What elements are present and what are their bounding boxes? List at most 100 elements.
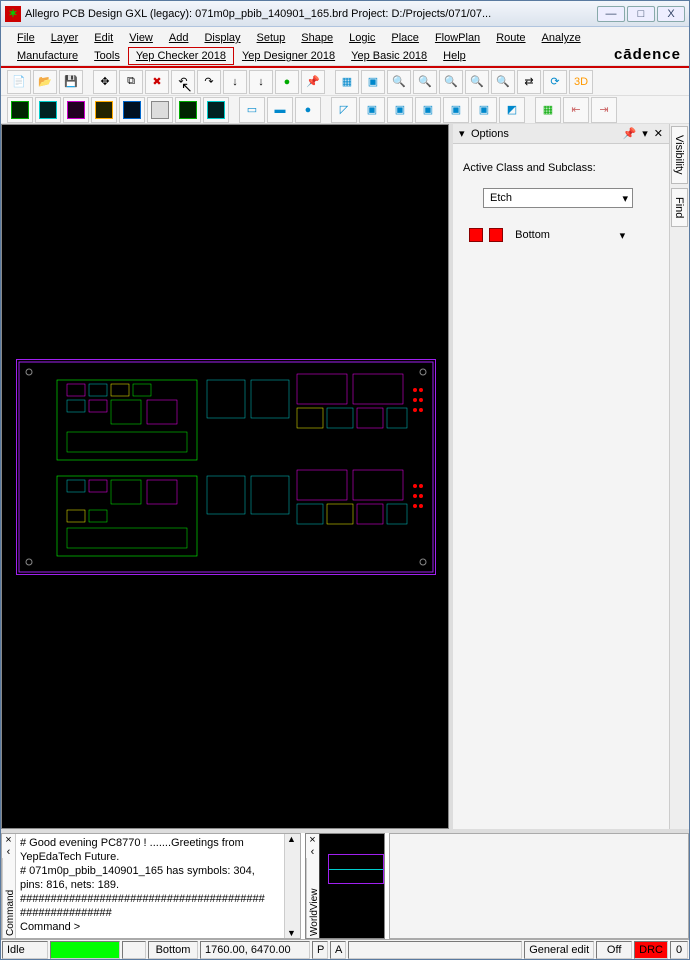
status-spacer <box>348 941 522 959</box>
cline-b-button[interactable]: ▬ <box>267 97 293 123</box>
menu-display[interactable]: Display <box>196 29 248 47</box>
down1-icon[interactable]: ↓ <box>223 70 247 94</box>
active-class-label: Active Class and Subclass: <box>463 162 659 174</box>
grid1-icon[interactable]: ▦ <box>335 70 359 94</box>
copy-icon[interactable]: ⧉ <box>119 70 143 94</box>
menu-layer[interactable]: Layer <box>43 29 87 47</box>
select-button[interactable]: ◸ <box>331 97 357 123</box>
status-p[interactable]: P <box>312 941 328 959</box>
layer-cyan1-button[interactable] <box>35 97 61 123</box>
menu-help[interactable]: Help <box>435 47 474 65</box>
menu-manufacture[interactable]: Manufacture <box>9 47 86 65</box>
zoom-icon[interactable]: 🔍 <box>491 70 515 94</box>
close-button[interactable]: X <box>657 6 685 22</box>
wv-left-icon[interactable]: ‹ <box>306 846 319 858</box>
zoomin-icon[interactable]: 🔍 <box>413 70 437 94</box>
class-select[interactable]: Etch <box>483 188 633 208</box>
console-close-icon[interactable]: × <box>2 834 15 846</box>
menu-analyze[interactable]: Analyze <box>534 29 589 47</box>
redraw-icon[interactable]: ⟳ <box>543 70 567 94</box>
pin-icon[interactable]: 📌 <box>301 70 325 94</box>
status-mode: Idle <box>2 941 48 959</box>
status-coords: 1760.00, 6470.00 <box>200 941 310 959</box>
console-text[interactable]: # Good evening PC8770 ! .......Greetings… <box>16 834 284 938</box>
grid2-icon[interactable]: ▣ <box>361 70 385 94</box>
worldview-canvas[interactable] <box>320 834 384 938</box>
shape-a-button[interactable]: ● <box>295 97 321 123</box>
redo-icon[interactable]: ↷ <box>197 70 221 94</box>
menu-add[interactable]: Add <box>161 29 197 47</box>
new-icon[interactable]: 📄 <box>7 70 31 94</box>
move-icon[interactable]: ✥ <box>93 70 117 94</box>
dropdown-icon[interactable]: ▾ <box>642 127 648 140</box>
layer-green1-button[interactable] <box>7 97 33 123</box>
layer-gray-button[interactable] <box>147 97 173 123</box>
rect-c-button[interactable]: ▣ <box>415 97 441 123</box>
console-scrollbar[interactable] <box>284 834 300 938</box>
design-canvas[interactable] <box>1 124 449 829</box>
layer-orange-button[interactable] <box>91 97 117 123</box>
undo-icon[interactable]: ↶ <box>171 70 195 94</box>
open-icon[interactable]: 📂 <box>33 70 57 94</box>
wv-close-icon[interactable]: × <box>306 834 319 846</box>
chevron-down-icon[interactable]: ▾ <box>459 127 471 140</box>
circle-icon[interactable]: ● <box>275 70 299 94</box>
menu-yep-designer[interactable]: Yep Designer 2018 <box>234 47 343 65</box>
worldview-viewport <box>328 854 384 884</box>
console-line: ############### <box>20 906 280 920</box>
menu-setup[interactable]: Setup <box>249 29 294 47</box>
hsize-button[interactable]: ⇤ <box>563 97 589 123</box>
layer-blue-button[interactable] <box>119 97 145 123</box>
menu-logic[interactable]: Logic <box>341 29 383 47</box>
close-panel-icon[interactable]: ✕ <box>654 127 663 140</box>
layer-magenta-button[interactable] <box>63 97 89 123</box>
rect-d-button[interactable]: ▣ <box>443 97 469 123</box>
menu-flowplan[interactable]: FlowPlan <box>427 29 488 47</box>
zoomfit-icon[interactable]: 🔍 <box>387 70 411 94</box>
delete-icon[interactable]: ✖ <box>145 70 169 94</box>
menu-file[interactable]: File <box>9 29 43 47</box>
status-off: Off <box>596 941 632 959</box>
3d-icon[interactable]: 3D <box>569 70 593 94</box>
poly-button[interactable]: ◩ <box>499 97 525 123</box>
command-console: × ‹ Command # Good evening PC8770 ! ....… <box>1 833 301 939</box>
status-a[interactable]: A <box>330 941 346 959</box>
tab-visibility[interactable]: Visibility <box>671 126 688 184</box>
window-title: Allegro PCB Design GXL (legacy): 071m0p_… <box>25 8 597 20</box>
subclass-select[interactable]: Bottom <box>509 226 629 246</box>
color-swatch-inner[interactable] <box>489 228 503 242</box>
tab-find[interactable]: Find <box>671 188 688 227</box>
console-label: Command <box>2 858 15 938</box>
zoomout-icon[interactable]: 🔍 <box>465 70 489 94</box>
options-panel: ▾ Options 📌 ▾ ✕ Active Class and Subclas… <box>449 124 669 829</box>
cline-a-button[interactable]: ▭ <box>239 97 265 123</box>
rect-e-button[interactable]: ▣ <box>471 97 497 123</box>
console-left-icon[interactable]: ‹ <box>2 846 15 858</box>
menu-view[interactable]: View <box>121 29 161 47</box>
app-icon: ✶ <box>5 6 21 22</box>
menu-shape[interactable]: Shape <box>293 29 341 47</box>
halign-button[interactable]: ⇥ <box>591 97 617 123</box>
shadow-button[interactable]: ▦ <box>535 97 561 123</box>
minimize-button[interactable]: — <box>597 6 625 22</box>
down2-icon[interactable]: ↓ <box>249 70 273 94</box>
layer-cyan2-button[interactable] <box>203 97 229 123</box>
console-line: # Good evening PC8770 ! .......Greetings… <box>20 836 280 864</box>
menu-tools[interactable]: Tools <box>86 47 128 65</box>
rect-a-button[interactable]: ▣ <box>359 97 385 123</box>
rect-b-button[interactable]: ▣ <box>387 97 413 123</box>
menu-yep-checker[interactable]: Yep Checker 2018 <box>128 47 234 65</box>
menu-yep-basic[interactable]: Yep Basic 2018 <box>343 47 435 65</box>
menu-route[interactable]: Route <box>488 29 533 47</box>
color-swatch-outer[interactable] <box>469 228 483 242</box>
maximize-button[interactable]: □ <box>627 6 655 22</box>
layer-green2-button[interactable] <box>175 97 201 123</box>
menubar: File Layer Edit View Add Display Setup S… <box>1 27 689 66</box>
menu-edit[interactable]: Edit <box>86 29 121 47</box>
swap-icon[interactable]: ⇄ <box>517 70 541 94</box>
pin-icon[interactable]: 📌 <box>623 127 637 140</box>
save-icon[interactable]: 💾 <box>59 70 83 94</box>
status-drc[interactable]: DRC <box>634 941 668 959</box>
zoomwin-icon[interactable]: 🔍 <box>439 70 463 94</box>
menu-place[interactable]: Place <box>383 29 427 47</box>
